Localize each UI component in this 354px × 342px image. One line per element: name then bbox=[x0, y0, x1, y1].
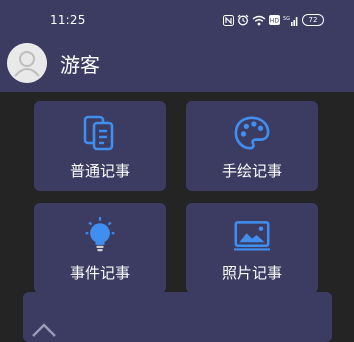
status-time: 11:25 bbox=[50, 13, 86, 27]
user-avatar-icon[interactable] bbox=[7, 43, 47, 83]
tile-normal-note[interactable]: 普通记事 bbox=[34, 101, 166, 191]
tile-event-note[interactable]: 事件记事 bbox=[34, 203, 166, 293]
tile-label: 事件记事 bbox=[69, 264, 130, 282]
app-header: 11:25 HD 5G 72 游客 bbox=[0, 0, 354, 92]
tile-label: 手绘记事 bbox=[221, 162, 282, 180]
svg-text:5G: 5G bbox=[283, 16, 290, 22]
palette-icon bbox=[234, 113, 270, 153]
svg-text:HD: HD bbox=[270, 18, 280, 25]
wifi-icon bbox=[252, 15, 266, 26]
profile-row[interactable]: 游客 bbox=[7, 42, 100, 84]
signal-icon: 5G bbox=[283, 15, 299, 26]
battery-icon: 72 bbox=[302, 14, 324, 26]
tile-label: 照片记事 bbox=[221, 264, 282, 282]
photo-icon bbox=[234, 215, 270, 255]
category-icon bbox=[31, 322, 57, 342]
lightbulb-icon bbox=[82, 215, 118, 255]
tile-photo-note[interactable]: 照片记事 bbox=[186, 203, 318, 293]
status-icons: HD 5G 72 bbox=[223, 12, 324, 28]
tile-label: 普通记事 bbox=[69, 162, 130, 180]
username: 游客 bbox=[60, 52, 100, 77]
status-bar: 11:25 HD 5G 72 bbox=[0, 0, 354, 40]
bottom-card-partial[interactable] bbox=[23, 292, 332, 342]
nfc-icon bbox=[223, 14, 234, 26]
alarm-icon bbox=[237, 14, 249, 26]
hd-icon: HD bbox=[269, 15, 280, 25]
note-icon bbox=[82, 113, 118, 153]
tile-hand-drawn-note[interactable]: 手绘记事 bbox=[186, 101, 318, 191]
